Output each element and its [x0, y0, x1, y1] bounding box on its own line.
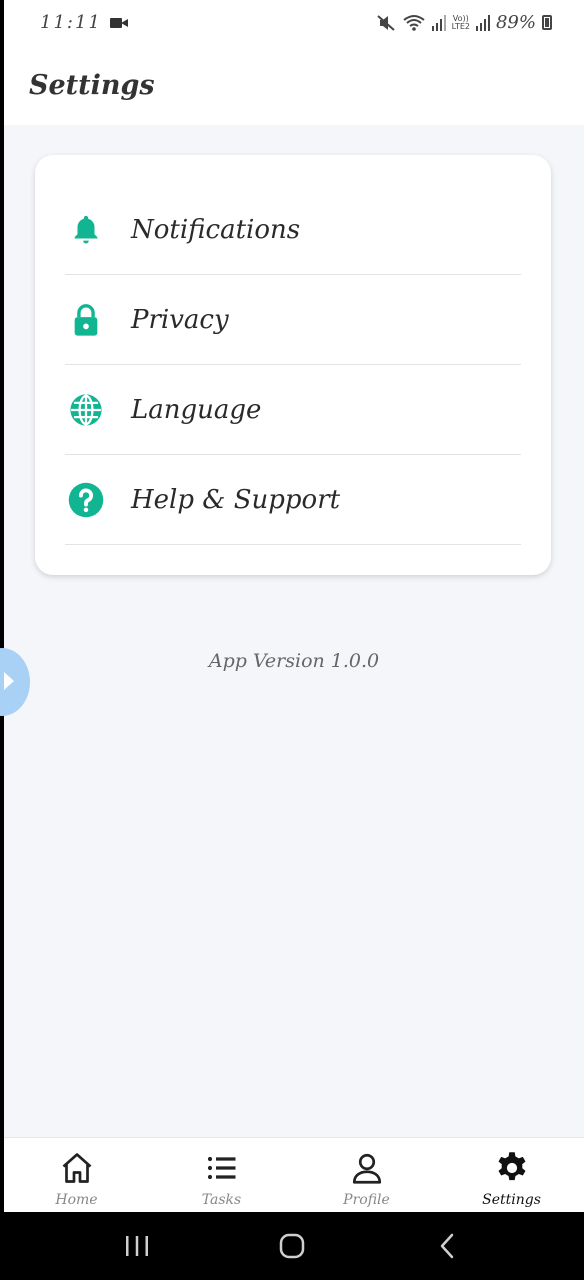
home-button[interactable]: [262, 1226, 322, 1266]
user-icon: [347, 1148, 387, 1188]
back-button[interactable]: [417, 1226, 477, 1266]
list-icon: [202, 1148, 242, 1188]
signal-icon-1: [431, 14, 446, 31]
video-camera-icon: [109, 17, 128, 29]
status-left: 11:11: [40, 12, 128, 33]
nav-label-home: Home: [55, 1192, 98, 1208]
home-icon: [57, 1148, 97, 1188]
globe-icon: [67, 391, 105, 429]
settings-item-label: Privacy: [131, 304, 229, 335]
lte-indicator: Vo)) LTE2: [451, 14, 470, 31]
signal-icon-2: [475, 14, 490, 31]
nav-item-home[interactable]: Home: [4, 1138, 149, 1212]
nav-item-tasks[interactable]: Tasks: [149, 1138, 294, 1212]
battery-icon: [542, 15, 552, 30]
settings-item-language[interactable]: Language: [65, 365, 521, 455]
recent-apps-button[interactable]: [107, 1226, 167, 1266]
settings-item-label: Help & Support: [131, 484, 341, 515]
settings-item-help-support[interactable]: Help & Support: [65, 455, 521, 545]
app-version: App Version 1.0.0: [208, 650, 380, 672]
settings-card: Notifications Privacy Language Help & Su…: [35, 155, 551, 575]
status-bar: 11:11 Vo)) LTE2 89%: [4, 0, 584, 45]
settings-item-label: Language: [131, 394, 262, 425]
status-time: 11:11: [40, 12, 102, 33]
wifi-icon: [402, 14, 426, 32]
lte-bottom-text: LTE2: [451, 21, 470, 31]
screen-edge: [0, 0, 4, 1212]
bell-icon: [67, 211, 105, 249]
system-nav-bar: [0, 1212, 584, 1280]
nav-label-profile: Profile: [343, 1192, 390, 1208]
status-right: Vo)) LTE2 89%: [376, 12, 552, 33]
settings-item-notifications[interactable]: Notifications: [65, 185, 521, 275]
page-title: Settings: [29, 69, 155, 101]
settings-item-privacy[interactable]: Privacy: [65, 275, 521, 365]
nav-item-settings[interactable]: Settings: [439, 1138, 584, 1212]
lock-icon: [67, 301, 105, 339]
nav-label-tasks: Tasks: [201, 1192, 242, 1208]
help-icon: [67, 481, 105, 519]
nav-label-settings: Settings: [482, 1192, 541, 1208]
gear-icon: [492, 1148, 532, 1188]
battery-percent: 89%: [495, 12, 536, 33]
settings-item-label: Notifications: [131, 214, 301, 245]
app-header: Settings: [4, 45, 584, 125]
nav-item-profile[interactable]: Profile: [294, 1138, 439, 1212]
bottom-nav: Home Tasks Profile Settings: [4, 1137, 584, 1212]
mute-icon: [376, 14, 396, 32]
